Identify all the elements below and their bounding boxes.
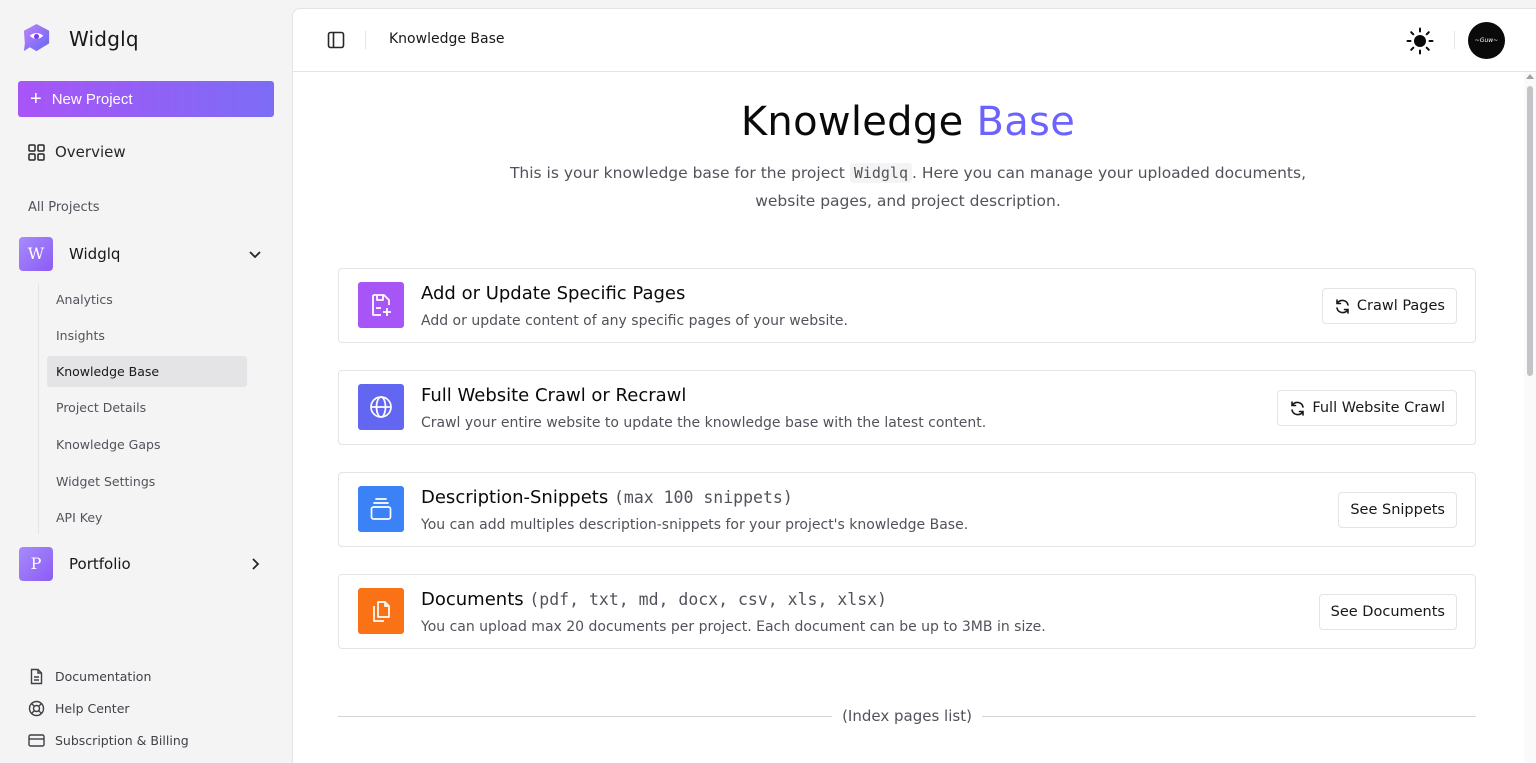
subscription-billing-link[interactable]: Subscription & Billing — [28, 732, 189, 749]
project-avatar: W — [19, 236, 53, 271]
subnav-knowledge-base[interactable]: Knowledge Base — [47, 356, 247, 387]
project-code-tag: Widglq — [849, 163, 912, 183]
card-title-text: Full Website Crawl or Recrawl — [421, 385, 687, 406]
page-description: This is your knowledge base for the proj… — [493, 159, 1323, 215]
files-icon — [373, 601, 390, 622]
page-title-accent: Base — [976, 99, 1076, 145]
subnav-widget-settings[interactable]: Widget Settings — [47, 466, 247, 497]
card-title: Documents (pdf, txt, md, docx, csv, xls,… — [421, 589, 887, 610]
subscription-billing-label: Subscription & Billing — [55, 733, 189, 748]
see-snippets-button[interactable]: See Snippets — [1338, 492, 1457, 528]
main-panel: Knowledge Base ~Guw~ Knowledge Base This… — [292, 8, 1536, 763]
document-icon — [30, 668, 43, 685]
subnav-analytics[interactable]: Analytics — [47, 284, 247, 315]
topbar-divider — [365, 31, 366, 49]
subnav-project-details[interactable]: Project Details — [47, 392, 247, 423]
topbar-divider — [1454, 31, 1455, 49]
card-description: You can add multiples description-snippe… — [421, 517, 969, 533]
refresh-icon — [1336, 298, 1349, 314]
scrollbar[interactable] — [1524, 72, 1536, 763]
full-website-crawl-button[interactable]: Full Website Crawl — [1277, 390, 1457, 426]
index-pages-label: (Index pages list) — [842, 707, 972, 725]
help-center-label: Help Center — [55, 701, 130, 716]
index-pages-separator: (Index pages list) — [338, 706, 1476, 726]
nav-overview-label: Overview — [55, 143, 126, 161]
project-item-portfolio[interactable]: P Portfolio — [19, 546, 269, 581]
card-description-snippets: Description-Snippets (max 100 snippets) … — [338, 472, 1476, 547]
lifebuoy-icon — [28, 700, 45, 717]
card-description: Crawl your entire website to update the … — [421, 415, 987, 431]
subnav-insights[interactable]: Insights — [47, 320, 247, 351]
refresh-icon — [1291, 400, 1305, 416]
topbar: Knowledge Base ~Guw~ — [293, 9, 1536, 72]
card-icon-box — [358, 486, 404, 532]
card-description: You can upload max 20 documents per proj… — [421, 619, 1046, 635]
new-project-button[interactable]: + New Project — [18, 81, 274, 117]
plus-icon: + — [30, 88, 42, 110]
sun-icon[interactable] — [1406, 27, 1434, 55]
card-icon-box — [358, 384, 404, 430]
scrollbar-thumb[interactable] — [1527, 86, 1533, 376]
card-title-text: Description-Snippets — [421, 487, 609, 508]
documentation-link[interactable]: Documentation — [28, 668, 151, 685]
project-name: Widglq — [69, 244, 121, 263]
card-documents: Documents (pdf, txt, md, docx, csv, xls,… — [338, 574, 1476, 649]
help-center-link[interactable]: Help Center — [28, 700, 130, 717]
page-title-main: Knowledge — [740, 99, 964, 145]
see-documents-label: See Documents — [1330, 604, 1445, 620]
card-title: Add or Update Specific Pages — [421, 283, 685, 304]
card-icon-box — [358, 588, 404, 634]
chevron-right-icon[interactable] — [247, 556, 263, 572]
description-before: This is your knowledge base for the proj… — [509, 164, 845, 182]
page-title: Knowledge Base — [293, 99, 1523, 145]
see-snippets-label: See Snippets — [1350, 502, 1445, 518]
scroll-up-arrow-icon[interactable] — [1526, 74, 1534, 79]
app-name: Widglq — [69, 26, 139, 51]
card-title-text: Add or Update Specific Pages — [421, 283, 686, 304]
card-title: Full Website Crawl or Recrawl — [421, 385, 686, 406]
grid-icon — [28, 143, 45, 161]
brand[interactable]: Widglq — [20, 22, 139, 55]
app-logo-icon — [23, 23, 50, 52]
all-projects-label: All Projects — [28, 200, 100, 215]
card-title-extra: (max 100 snippets) — [613, 488, 793, 507]
card-specific-pages: Add or Update Specific Pages Add or upda… — [338, 268, 1476, 343]
user-avatar[interactable]: ~Guw~ — [1468, 22, 1505, 59]
file-plus-icon — [372, 294, 391, 316]
new-project-label: New Project — [51, 90, 133, 108]
subnav-api-key[interactable]: API Key — [47, 502, 247, 533]
card-icon-box — [358, 282, 404, 328]
credit-card-icon — [28, 734, 45, 747]
sidebar-toggle-icon[interactable] — [327, 31, 345, 49]
sidebar: Widglq + New Project Overview All Projec… — [0, 0, 291, 763]
stack-icon — [370, 498, 392, 520]
separator-line — [981, 715, 1476, 717]
project-subnav: Analytics Insights Knowledge Base Projec… — [38, 284, 248, 534]
crawl-pages-label: Crawl Pages — [1356, 298, 1445, 314]
subnav-knowledge-gaps[interactable]: Knowledge Gaps — [47, 429, 247, 460]
card-full-crawl: Full Website Crawl or Recrawl Crawl your… — [338, 370, 1476, 445]
globe-icon — [370, 396, 392, 418]
project-name: Portfolio — [69, 554, 131, 573]
card-description: Add or update content of any specific pa… — [421, 313, 848, 329]
separator-line — [338, 715, 833, 717]
see-documents-button[interactable]: See Documents — [1318, 594, 1457, 630]
chevron-down-icon[interactable] — [247, 246, 263, 262]
full-website-crawl-label: Full Website Crawl — [1312, 400, 1445, 416]
card-title: Description-Snippets (max 100 snippets) — [421, 487, 793, 508]
nav-overview[interactable]: Overview — [28, 143, 126, 161]
crawl-pages-button[interactable]: Crawl Pages — [1321, 288, 1457, 324]
project-avatar: P — [19, 546, 53, 581]
documentation-label: Documentation — [55, 669, 152, 684]
project-item-widglq[interactable]: W Widglq — [19, 236, 269, 271]
card-title-extra: (pdf, txt, md, docx, csv, xls, xlsx) — [529, 590, 887, 609]
card-title-text: Documents — [421, 589, 524, 610]
breadcrumb: Knowledge Base — [389, 31, 505, 47]
